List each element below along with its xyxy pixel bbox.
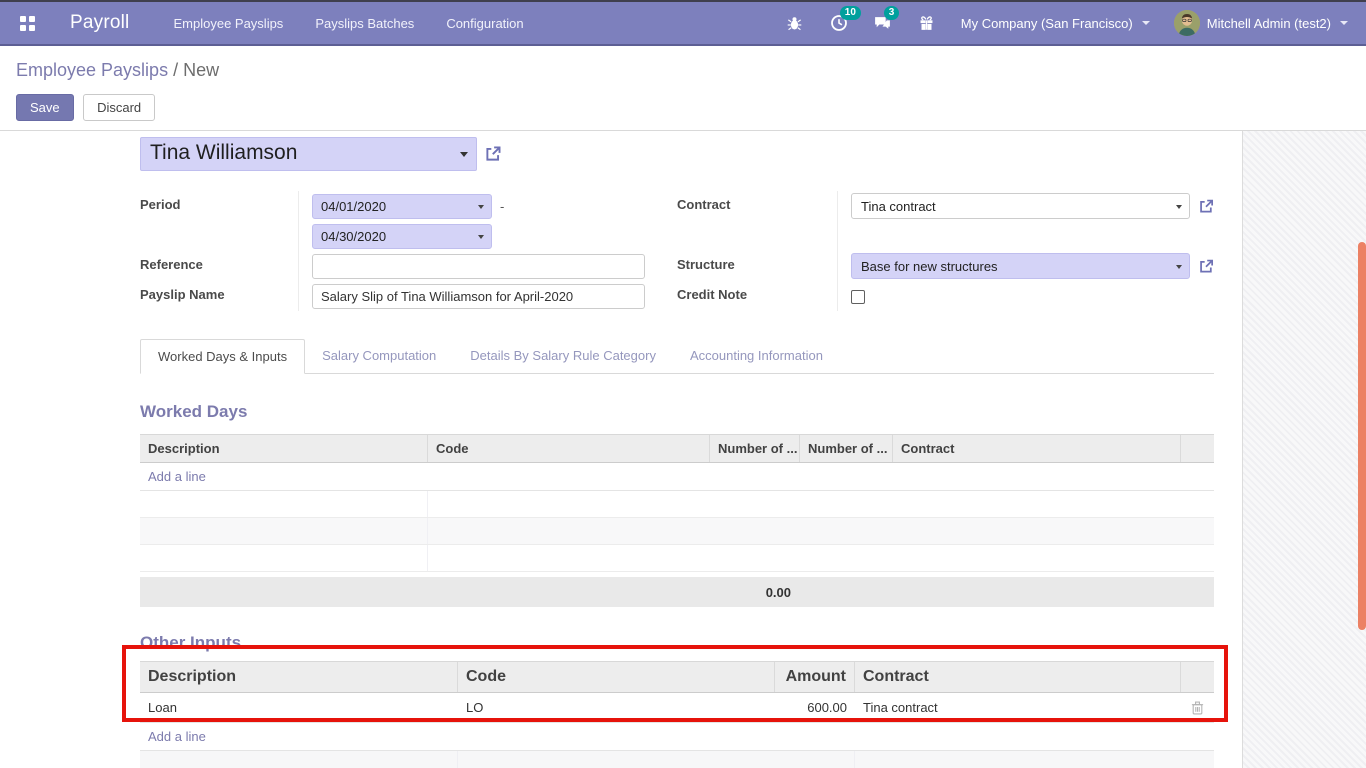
period-label: Period [140,191,298,221]
company-switcher[interactable]: My Company (San Francisco) [961,16,1150,31]
form-view: Tina Williamson Period 04/01/2020 - [0,131,1366,768]
wd-col-number-of-hours[interactable]: Number of ... [800,435,893,462]
empty-table-row [140,751,1214,768]
gift-icon[interactable] [917,13,937,33]
apps-menu-button[interactable] [10,8,44,38]
dropdown-caret-icon [478,235,484,239]
contract-field[interactable]: Tina contract [851,193,1190,219]
top-navbar: Payroll Employee Payslips Payslips Batch… [0,0,1366,46]
chevron-down-icon [1340,21,1348,25]
contract-label: Contract [677,191,837,221]
form-sheet: Tina Williamson Period 04/01/2020 - [0,131,1243,768]
right-field-group: Contract Tina contract Structure Base fo… [677,191,1214,311]
dropdown-caret-icon [1176,265,1182,269]
oi-description-cell[interactable]: Loan [140,700,458,715]
wd-col-contract[interactable]: Contract [893,435,1181,462]
apps-grid-icon [20,16,35,31]
chevron-down-icon [1142,21,1150,25]
user-menu[interactable]: Mitchell Admin (test2) [1174,10,1348,36]
worked-days-title: Worked Days [140,402,1242,422]
wd-col-number-of-days[interactable]: Number of ... [710,435,800,462]
reference-input[interactable] [312,254,645,279]
app-brand[interactable]: Payroll [70,12,129,34]
other-inputs-table: Description Code Amount Contract Loan LO… [140,661,1214,723]
credit-note-label: Credit Note [677,281,837,311]
menu-configuration[interactable]: Configuration [446,16,523,31]
message-count-badge: 3 [884,6,900,20]
other-inputs-row-loan[interactable]: Loan LO 600.00 Tina contract [140,693,1214,723]
payslip-name-label: Payslip Name [140,281,298,311]
dropdown-caret-icon [1176,205,1182,209]
empty-table-row [140,491,1214,518]
breadcrumb-current: New [183,60,219,80]
menu-payslips-batches[interactable]: Payslips Batches [315,16,414,31]
oi-col-amount[interactable]: Amount [775,662,855,692]
credit-note-checkbox[interactable] [851,290,865,304]
notebook-tabs: Worked Days & Inputs Salary Computation … [140,339,1214,374]
breadcrumb: Employee Payslips / New [16,60,1366,81]
external-link-icon[interactable] [484,145,502,163]
main-menu: Employee Payslips Payslips Batches Confi… [173,16,523,31]
tab-details-by-salary-rule-category[interactable]: Details By Salary Rule Category [453,339,673,373]
dropdown-caret-icon [478,205,484,209]
tab-worked-days-inputs[interactable]: Worked Days & Inputs [140,339,305,374]
user-name: Mitchell Admin (test2) [1207,16,1331,31]
tab-accounting-information[interactable]: Accounting Information [673,339,840,373]
menu-employee-payslips[interactable]: Employee Payslips [173,16,283,31]
sheet-background-pattern [1243,131,1366,768]
vertical-scrollbar[interactable] [1358,242,1366,630]
other-inputs-title: Other Inputs [140,633,1214,653]
reference-label: Reference [140,251,298,281]
dropdown-caret-icon [460,152,468,157]
worked-days-total-value: 0.00 [140,585,800,600]
employee-field[interactable]: Tina Williamson [140,137,477,171]
oi-contract-cell[interactable]: Tina contract [855,700,1181,715]
discard-button[interactable]: Discard [83,94,155,121]
external-link-icon[interactable] [1198,258,1214,275]
user-avatar [1174,10,1200,36]
worked-days-add-a-line[interactable]: Add a line [140,463,1214,491]
activities-clock-icon[interactable]: 10 [829,13,849,33]
messages-chat-icon[interactable]: 3 [873,13,893,33]
systray: 10 3 My Company (San Francisco) Mitchell… [785,10,1348,36]
other-inputs-section: Other Inputs Description Code Amount Con… [140,633,1214,723]
oi-col-description[interactable]: Description [140,662,458,692]
external-link-icon[interactable] [1198,198,1214,215]
oi-col-contract[interactable]: Contract [855,662,1181,692]
control-panel: Employee Payslips / New Save Discard [0,46,1366,131]
save-button[interactable]: Save [16,94,74,121]
breadcrumb-parent-link[interactable]: Employee Payslips [16,60,168,80]
structure-label: Structure [677,251,837,281]
debug-bug-icon[interactable] [785,13,805,33]
period-from-field[interactable]: 04/01/2020 [312,194,492,219]
delete-row-trash-icon[interactable] [1181,701,1214,715]
oi-amount-cell[interactable]: 600.00 [775,700,855,715]
activity-count-badge: 10 [840,6,861,20]
oi-code-cell[interactable]: LO [458,700,775,715]
payslip-name-input[interactable]: Salary Slip of Tina Williamson for April… [312,284,645,309]
other-inputs-add-a-line[interactable]: Add a line [140,723,1214,751]
oi-col-code[interactable]: Code [458,662,775,692]
period-to-field[interactable]: 04/30/2020 [312,224,492,249]
tab-salary-computation[interactable]: Salary Computation [305,339,453,373]
worked-days-table: Description Code Number of ... Number of… [140,434,1214,607]
company-name: My Company (San Francisco) [961,16,1133,31]
worked-days-total-row: 0.00 [140,577,1214,607]
structure-field[interactable]: Base for new structures [851,253,1190,279]
wd-col-description[interactable]: Description [140,435,428,462]
empty-table-row [140,518,1214,545]
empty-table-row [140,545,1214,572]
wd-col-code[interactable]: Code [428,435,710,462]
left-field-group: Period 04/01/2020 - 04/30/2020 Reference [140,191,677,311]
